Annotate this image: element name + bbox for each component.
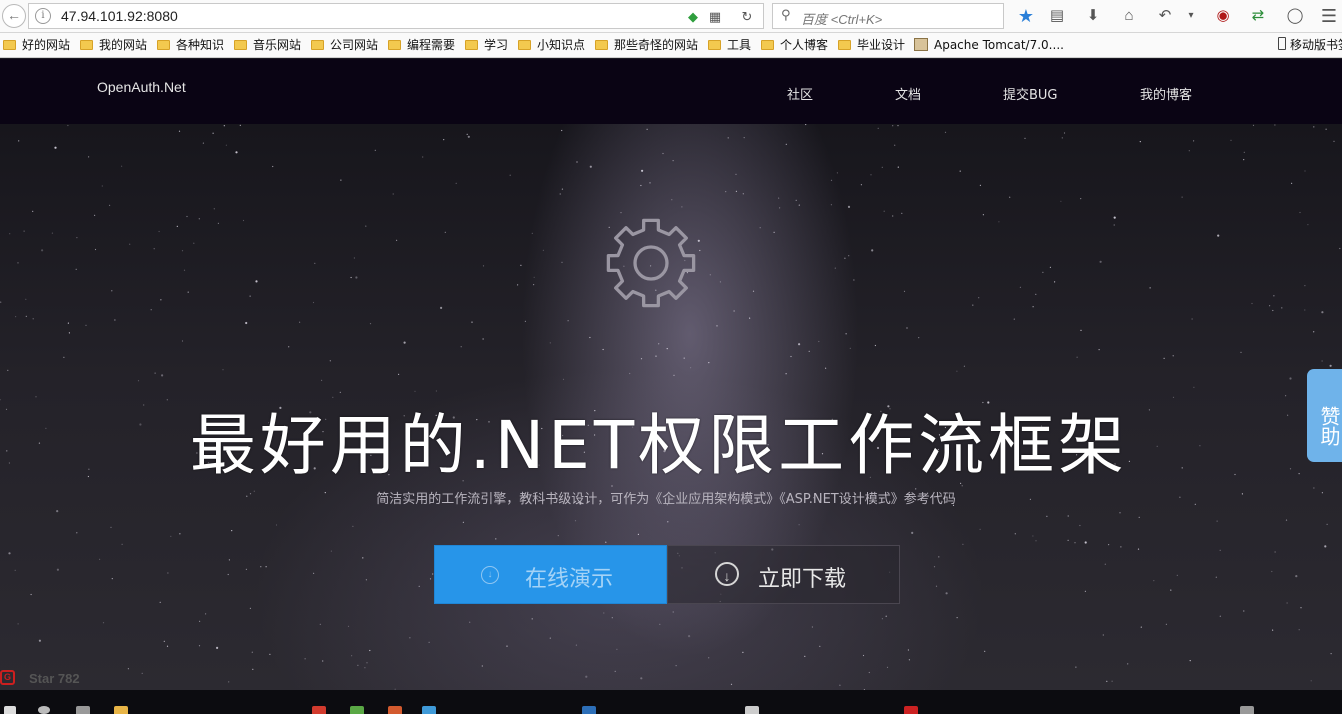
undo-icon[interactable]: ↶: [1154, 5, 1176, 27]
bookmark-star-icon[interactable]: ★: [1015, 5, 1037, 27]
bookmark-folder[interactable]: 个人博客: [761, 37, 828, 54]
bookmark-folder[interactable]: 编程需要: [388, 37, 455, 54]
qr-code-icon[interactable]: ▦: [707, 9, 723, 25]
browser-task-icon[interactable]: [422, 706, 436, 714]
search-taskbar-icon[interactable]: [38, 706, 50, 714]
adblock-icon[interactable]: ◉: [1212, 5, 1234, 27]
start-icon[interactable]: [4, 706, 16, 714]
folder-icon: [518, 40, 531, 50]
app-icon-dark-red[interactable]: [904, 706, 918, 714]
bookmark-folder[interactable]: 小知识点: [518, 37, 585, 54]
bookmark-folder[interactable]: 我的网站: [80, 37, 147, 54]
search-icon: ⚲: [781, 7, 791, 22]
bookmark-folder[interactable]: 学习: [465, 37, 508, 54]
folder-icon: [838, 40, 851, 50]
hero-title: 最好用的.NET权限工作流框架: [189, 407, 1129, 484]
git-logo-icon: G: [0, 670, 15, 685]
shield-icon[interactable]: ◆: [685, 9, 701, 25]
gear-icon: [606, 218, 696, 308]
hero-section: 最好用的.NET权限工作流框架 简洁实用的工作流引擎，教科书级设计，可作为《企业…: [0, 124, 1342, 690]
site-header: OpenAuth.Net 社区 文档 提交BUG 我的博客: [0, 59, 1342, 124]
url-text[interactable]: 47.94.101.92:8080: [61, 8, 178, 24]
bookmark-mobile[interactable]: 移动版书签: [1278, 37, 1342, 54]
sync-icon[interactable]: ⇄: [1247, 5, 1269, 27]
search-box[interactable]: ⚲ 百度 <Ctrl+K>: [772, 3, 1004, 29]
back-button[interactable]: ←: [2, 4, 26, 28]
reading-list-icon[interactable]: ▤: [1046, 5, 1068, 27]
bookmark-folder[interactable]: 那些奇怪的网站: [595, 37, 698, 54]
download-circle-icon: ↓: [715, 562, 739, 586]
browser-toolbar: ← i 47.94.101.92:8080 ◆ ▦ ↻ ⚲ 百度 <Ctrl+K…: [0, 0, 1342, 33]
tomcat-icon: [914, 38, 928, 51]
bookmark-folder[interactable]: 好的网站: [3, 37, 70, 54]
site-logo[interactable]: OpenAuth.Net: [97, 79, 186, 95]
app-icon-green[interactable]: [350, 706, 364, 714]
bookmark-folder[interactable]: 音乐网站: [234, 37, 301, 54]
folder-icon: [761, 40, 774, 50]
nav-docs[interactable]: 文档: [895, 84, 921, 103]
bookmarks-bar: 好的网站 我的网站 各种知识 音乐网站 公司网站 编程需要 学习 小知识点 那些…: [0, 33, 1342, 58]
mobile-icon: [1278, 37, 1286, 50]
bookmark-folder[interactable]: 毕业设计: [838, 37, 905, 54]
online-demo-button[interactable]: ↓ 在线演示: [434, 545, 667, 604]
site-info-icon[interactable]: i: [35, 8, 51, 24]
arrow-down-circle-icon: ↓: [481, 566, 499, 584]
hero-subtitle: 简洁实用的工作流引擎，教科书级设计，可作为《企业应用架构模式》《ASP.NET设…: [376, 492, 956, 507]
menu-icon[interactable]: ☰: [1318, 5, 1340, 27]
task-view-icon[interactable]: [76, 706, 90, 714]
folder-icon: [234, 40, 247, 50]
download-button[interactable]: ↓ 立即下载: [667, 545, 900, 604]
chevron-down-icon[interactable]: ▾: [1180, 5, 1202, 27]
folder-icon: [595, 40, 608, 50]
folder-icon: [388, 40, 401, 50]
app-icon-gray[interactable]: [745, 706, 759, 714]
github-star-count: Star 782: [29, 671, 80, 686]
donate-tab[interactable]: 赞助: [1307, 369, 1342, 462]
online-demo-label: 在线演示: [525, 567, 614, 592]
app-icon-orange[interactable]: [388, 706, 402, 714]
folder-icon: [708, 40, 721, 50]
app-icon-blue[interactable]: [582, 706, 596, 714]
search-placeholder: 百度 <Ctrl+K>: [801, 12, 883, 27]
bookmark-tomcat[interactable]: Apache Tomcat/7.0....: [914, 37, 1064, 54]
tray-icon[interactable]: [1240, 706, 1254, 714]
download-icon[interactable]: ⬇: [1082, 5, 1104, 27]
folder-icon: [3, 40, 16, 50]
bookmark-folder[interactable]: 工具: [708, 37, 751, 54]
explorer-icon[interactable]: [114, 706, 128, 714]
bookmark-folder[interactable]: 公司网站: [311, 37, 378, 54]
reload-icon[interactable]: ↻: [739, 9, 755, 25]
download-label: 立即下载: [758, 567, 847, 592]
nav-submit-bug[interactable]: 提交BUG: [1003, 84, 1058, 103]
nav-community[interactable]: 社区: [787, 84, 813, 103]
globe-icon[interactable]: ◯: [1284, 5, 1306, 27]
folder-icon: [157, 40, 170, 50]
folder-icon: [80, 40, 93, 50]
bookmark-folder[interactable]: 各种知识: [157, 37, 224, 54]
windows-taskbar: [0, 690, 1342, 714]
folder-icon: [465, 40, 478, 50]
home-icon[interactable]: ⌂: [1118, 5, 1140, 27]
folder-icon: [311, 40, 324, 50]
app-icon-red[interactable]: [312, 706, 326, 714]
nav-my-blog[interactable]: 我的博客: [1140, 84, 1192, 103]
address-bar[interactable]: i 47.94.101.92:8080 ◆ ▦ ↻: [28, 3, 764, 29]
